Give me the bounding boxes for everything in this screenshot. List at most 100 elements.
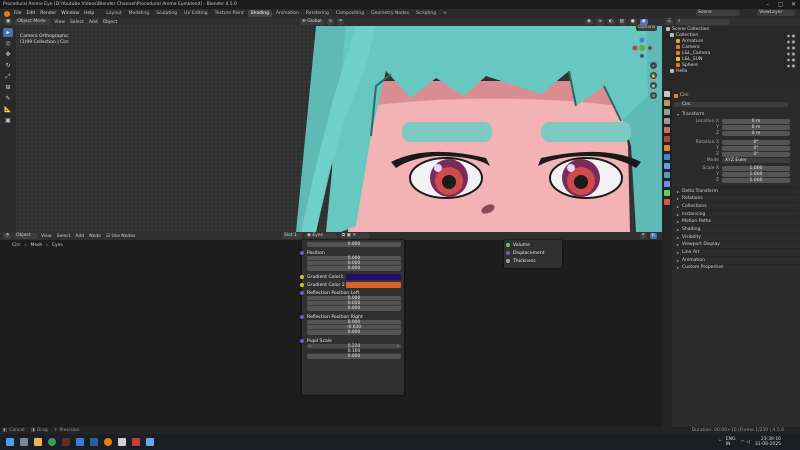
- rotation-x-field[interactable]: 0°: [722, 140, 790, 146]
- rotate-tool-icon[interactable]: ↻: [3, 61, 13, 70]
- node-menu-node[interactable]: Node: [89, 234, 101, 239]
- tab-compositing[interactable]: Compositing: [333, 10, 367, 17]
- region-indicator[interactable]: IN: [726, 442, 736, 447]
- panel-visibility[interactable]: ▸ Visibility: [674, 232, 798, 241]
- data-tab-icon[interactable]: [664, 190, 670, 196]
- float-socket-icon[interactable]: [506, 259, 510, 263]
- snap-node-icon[interactable]: ⌗: [640, 233, 647, 239]
- particles-tab-icon[interactable]: [664, 163, 670, 169]
- navigation-gizmo[interactable]: [630, 36, 654, 60]
- node-menu-view[interactable]: View: [41, 234, 52, 239]
- outliner-item[interactable]: Armature ◉ ▣: [662, 38, 800, 44]
- camera-render-icon[interactable]: ▣: [791, 39, 796, 44]
- tray-chevron-icon[interactable]: ⌃: [718, 440, 722, 445]
- transform-panel-header[interactable]: ▾ Transform: [674, 111, 798, 119]
- cursor-tool-icon[interactable]: ◎: [3, 39, 13, 48]
- zoom-icon[interactable]: ⌕: [650, 62, 657, 69]
- decrement-arrow-icon[interactable]: ‹: [309, 344, 311, 349]
- node-menu-add[interactable]: Add: [76, 234, 85, 239]
- panel-motion-paths[interactable]: ▸ Motion Paths: [674, 217, 798, 225]
- viewport-menu-select[interactable]: Select: [70, 20, 84, 25]
- node-menu-select[interactable]: Select: [57, 234, 71, 239]
- panel-animation[interactable]: ▸ Animation: [674, 255, 798, 264]
- vector-socket-icon[interactable]: [300, 251, 304, 255]
- blender-logo-icon[interactable]: [4, 10, 10, 17]
- menu-edit[interactable]: Edit: [27, 11, 36, 16]
- menu-render[interactable]: Render: [40, 11, 56, 16]
- color-socket-icon[interactable]: [300, 275, 304, 279]
- vector-socket-icon[interactable]: [506, 251, 510, 255]
- panel-delta-transform[interactable]: ▸ Delta Transform: [674, 186, 798, 195]
- use-nodes-checkbox[interactable]: ☑ Use Nodes: [106, 234, 135, 239]
- render-tab-icon[interactable]: [664, 100, 670, 106]
- menu-window[interactable]: Window: [61, 11, 79, 16]
- move-tool-icon[interactable]: ✥: [3, 50, 13, 59]
- panel-relations[interactable]: ▸ Relations: [674, 194, 798, 202]
- viewport-3d[interactable]: [16, 26, 662, 232]
- pan-icon[interactable]: ✋: [650, 72, 657, 79]
- mode-selector[interactable]: Object Mode: [15, 19, 52, 25]
- app-icon[interactable]: [76, 438, 84, 446]
- color-socket-icon[interactable]: [300, 283, 304, 287]
- blender-taskbar-icon[interactable]: [104, 438, 112, 446]
- ortho-toggle-icon[interactable]: ⊞: [650, 92, 657, 99]
- camera-render-icon[interactable]: ▣: [791, 51, 796, 56]
- tab-rendering[interactable]: Rendering: [303, 10, 332, 17]
- outliner-search-input[interactable]: ⌕: [676, 19, 731, 25]
- camera-view-icon[interactable]: ▣: [650, 82, 657, 89]
- shading-solid-icon[interactable]: ●: [628, 19, 637, 25]
- increment-arrow-icon[interactable]: ›: [397, 344, 399, 349]
- rotation-z-field[interactable]: 0°: [722, 152, 790, 158]
- material-output-node[interactable]: Volume Displacement Thickness: [504, 240, 562, 268]
- tab-layout[interactable]: Layout: [103, 10, 124, 17]
- app-icon[interactable]: [132, 438, 140, 446]
- options-button[interactable]: Options: [636, 25, 658, 31]
- measure-tool-icon[interactable]: 📐: [3, 105, 13, 114]
- panel-shading[interactable]: ▸ Shading: [674, 225, 798, 233]
- scale-tool-icon[interactable]: ⤢: [3, 72, 13, 81]
- overlay-icon[interactable]: ◐: [606, 19, 615, 25]
- viewport-menu-view[interactable]: View: [54, 20, 65, 25]
- pivot-icon[interactable]: ⊙: [326, 19, 335, 25]
- output-tab-icon[interactable]: [664, 109, 670, 115]
- search-icon[interactable]: [20, 438, 28, 446]
- transform-orientation-button[interactable]: ⊕ Global: [300, 19, 324, 25]
- select-tool-icon[interactable]: ▸: [3, 28, 13, 37]
- tab-texture-paint[interactable]: Texture Paint: [212, 10, 247, 17]
- material-actions[interactable]: ⧉ ▣ ✕: [340, 233, 370, 239]
- vector-socket-icon[interactable]: [300, 291, 304, 295]
- modifier-tab-icon[interactable]: [664, 154, 670, 160]
- add-workspace-icon[interactable]: +: [440, 10, 450, 17]
- location-z-field[interactable]: 0 m: [722, 131, 790, 137]
- camera-render-icon[interactable]: ▣: [791, 63, 796, 68]
- scale-z-field[interactable]: 1.000: [722, 178, 790, 184]
- rotation-y-field[interactable]: 0°: [722, 146, 790, 152]
- close-icon[interactable]: ✕: [787, 0, 800, 9]
- outliner-item[interactable]: Sphere ◉ ▣: [662, 62, 800, 68]
- windows-start-icon[interactable]: [6, 438, 14, 446]
- overlay-node-icon[interactable]: ◐: [649, 233, 658, 239]
- scale-y-field[interactable]: 1.000: [722, 172, 790, 178]
- shader-socket-icon[interactable]: [506, 243, 510, 247]
- editor-type-button[interactable]: ▣: [4, 19, 13, 25]
- camera-render-icon[interactable]: ▣: [791, 33, 796, 38]
- tab-modeling[interactable]: Modeling: [126, 10, 152, 17]
- gradient-color2-swatch[interactable]: [346, 282, 401, 288]
- slot-selector[interactable]: Slot 1: [282, 233, 302, 239]
- eye-shader-group-node[interactable]: 0.000 Position 0.000 0.000 0.000 Gradien…: [300, 240, 404, 395]
- app-icon[interactable]: [62, 438, 70, 446]
- chrome-icon[interactable]: [48, 438, 56, 446]
- wifi-icon[interactable]: ◠: [740, 440, 744, 445]
- file-explorer-icon[interactable]: [34, 438, 42, 446]
- transform-tool-icon[interactable]: ⊞: [3, 83, 13, 92]
- annotate-tool-icon[interactable]: ✎: [3, 94, 13, 103]
- node-object-selector[interactable]: Object: [13, 233, 38, 239]
- scale-x-field[interactable]: 1.000: [722, 166, 790, 172]
- panel-custom-properties[interactable]: ▸ Custom Properties: [674, 263, 798, 272]
- scene-tab-icon[interactable]: [664, 127, 670, 133]
- minimize-icon[interactable]: –: [761, 0, 774, 9]
- tab-geometry-nodes[interactable]: Geometry Nodes: [368, 10, 412, 17]
- object-name-field[interactable]: Circ: [674, 102, 788, 107]
- panel-viewport-display[interactable]: ▸ Viewport Display: [674, 240, 798, 249]
- app-icon[interactable]: [146, 438, 154, 446]
